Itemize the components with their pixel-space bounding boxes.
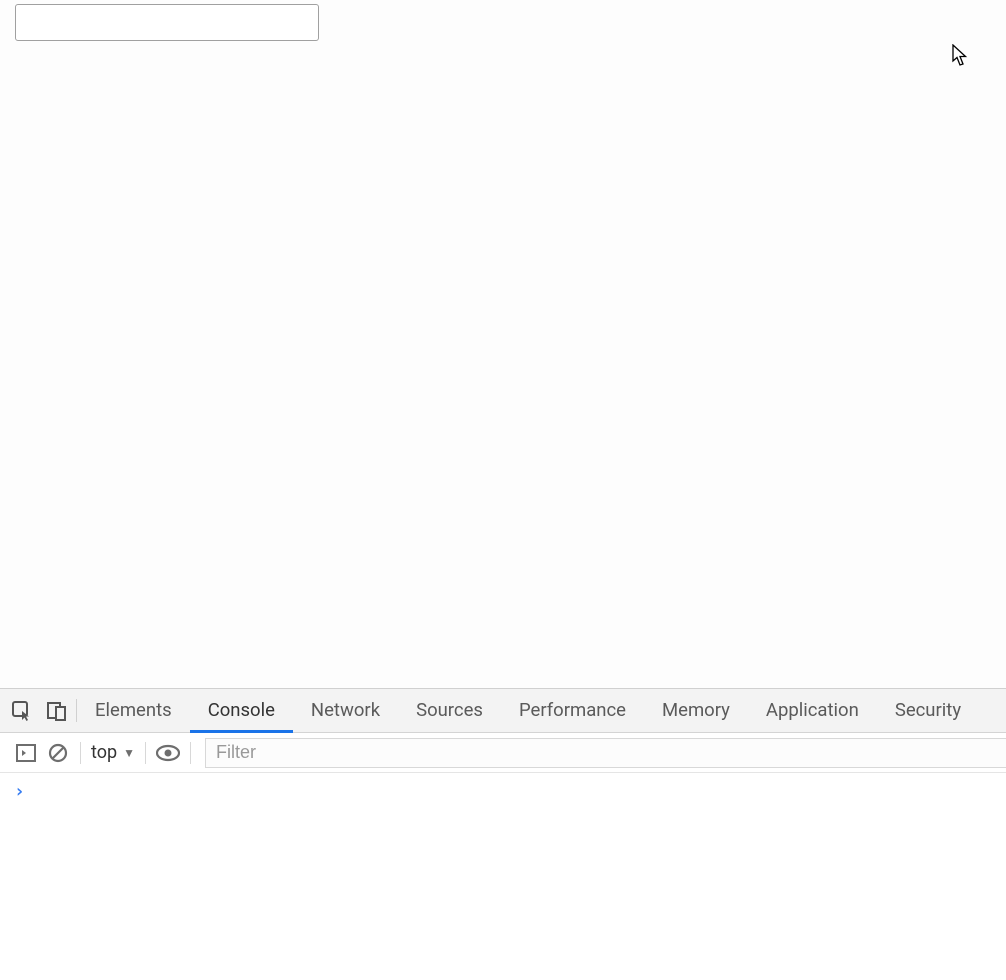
console-output[interactable]: ›	[0, 773, 1006, 980]
console-prompt-icon: ›	[14, 781, 25, 802]
context-label: top	[91, 742, 117, 763]
tab-application[interactable]: Application	[748, 690, 877, 733]
tab-elements[interactable]: Elements	[77, 690, 190, 733]
toggle-sidebar-icon[interactable]	[10, 744, 42, 762]
page-text-input[interactable]	[15, 4, 319, 41]
device-toggle-icon[interactable]	[38, 689, 76, 732]
divider	[80, 742, 81, 764]
tab-sources[interactable]: Sources	[398, 690, 501, 733]
live-expression-icon[interactable]	[152, 744, 184, 762]
context-selector[interactable]: top ▼	[87, 742, 139, 763]
dropdown-triangle-icon: ▼	[123, 746, 135, 760]
devtools-tabstrip: Elements Console Network Sources Perform…	[0, 689, 1006, 733]
tab-security[interactable]: Security	[877, 690, 979, 733]
console-toolbar: top ▼	[0, 733, 1006, 773]
tab-network[interactable]: Network	[293, 690, 398, 733]
tab-memory[interactable]: Memory	[644, 690, 748, 733]
divider	[190, 742, 191, 764]
divider	[145, 742, 146, 764]
page-content	[0, 0, 1006, 688]
devtools-panel: Elements Console Network Sources Perform…	[0, 688, 1006, 980]
tab-performance[interactable]: Performance	[501, 690, 644, 733]
mouse-cursor	[952, 44, 970, 68]
tab-console[interactable]: Console	[190, 690, 293, 733]
console-filter-input[interactable]	[205, 738, 1006, 768]
inspect-element-icon[interactable]	[0, 689, 38, 732]
clear-console-icon[interactable]	[42, 743, 74, 763]
